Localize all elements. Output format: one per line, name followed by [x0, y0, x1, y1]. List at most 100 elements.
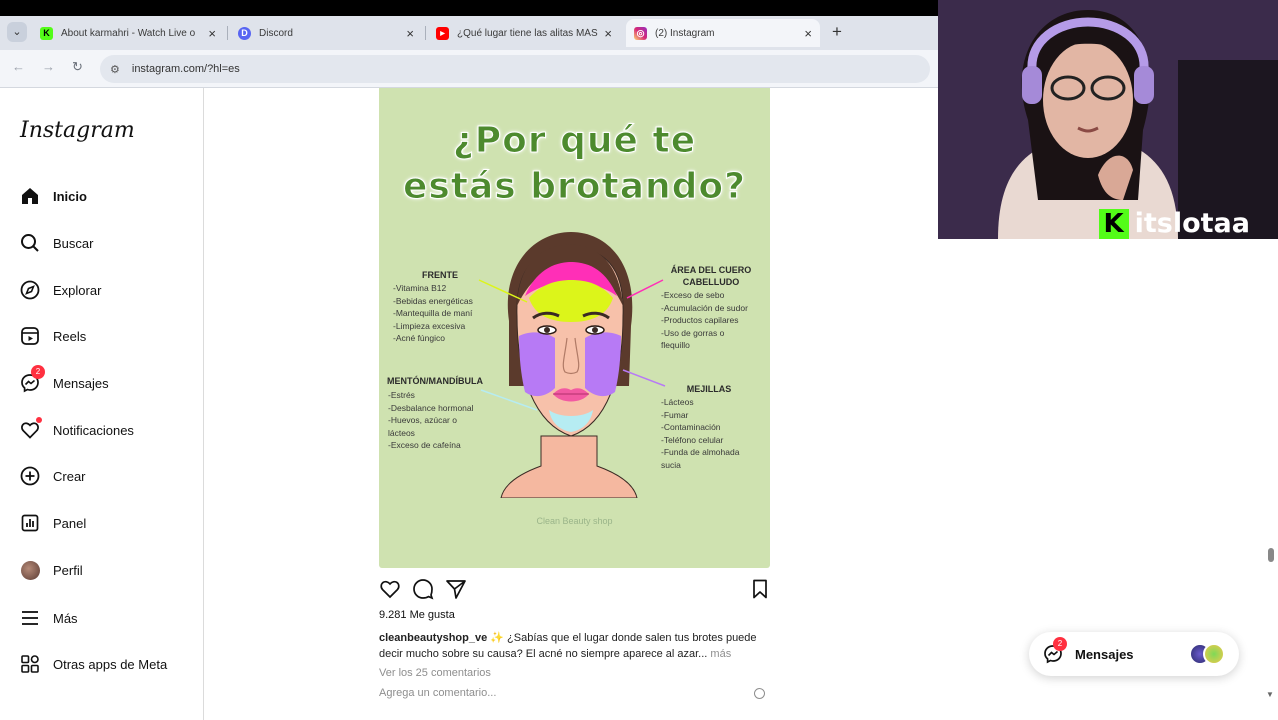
like-count[interactable]: 9.281 Me gusta [379, 609, 455, 621]
instagram-logo[interactable]: Instagram [20, 118, 135, 143]
sidebar-item-panel[interactable]: Panel [20, 511, 86, 535]
zone-item: lácteos [388, 427, 415, 438]
zone-item: -Mantequilla de maní [393, 308, 473, 319]
close-icon[interactable]: × [804, 26, 812, 41]
tab-title: Discord [259, 27, 293, 39]
like-heart-icon[interactable] [379, 578, 401, 600]
zone-item: -Acumulación de sudor [661, 302, 748, 313]
zone-item: -Vitamina B12 [393, 283, 447, 293]
zone-title-cuero-cabelludo: ÁREA DEL CUERO CABELLUDO [663, 264, 759, 288]
search-icon [20, 233, 40, 253]
zone-item: -Funda de almohada [661, 447, 740, 458]
close-icon[interactable]: × [604, 26, 612, 41]
avatar [20, 560, 40, 580]
sidebar-item-buscar[interactable]: Buscar [20, 231, 93, 255]
window-top-strip [0, 0, 938, 16]
sidebar-item-reels[interactable]: Reels [20, 324, 86, 348]
tab-title: (2) Instagram [655, 27, 715, 39]
youtube-favicon-icon: ▶ [436, 26, 449, 40]
add-comment-input[interactable]: Agrega un comentario... [379, 687, 770, 699]
instagram-favicon-icon: ◎ [634, 26, 647, 40]
zone-item: -Lácteos [661, 397, 694, 407]
tab-title: ¿Qué lugar tiene las alitas MÁS [457, 27, 598, 39]
zone-item: sucia [661, 459, 681, 470]
menu-icon [20, 608, 40, 628]
tab-title: About karmahri - Watch Live o [61, 27, 196, 39]
site-settings-icon[interactable]: ⚙ [110, 63, 120, 76]
sidebar-item-otras-apps[interactable]: Otras apps de Meta [20, 652, 167, 676]
share-send-icon[interactable] [445, 578, 467, 600]
zone-item: flequillo [661, 340, 690, 351]
back-arrow-icon[interactable]: ← [12, 59, 25, 74]
scroll-down-arrow-icon[interactable]: ▼ [1266, 690, 1274, 699]
sidebar-item-label: Notificaciones [53, 422, 134, 438]
webcam-person-illustration [938, 0, 1278, 239]
zone-item: -Teléfono celular [661, 434, 724, 445]
zone-title-mejillas: MEJILLAS [686, 384, 732, 394]
view-comments-link[interactable]: Ver los 25 comentarios [379, 667, 491, 679]
messenger-icon: 2 [1043, 637, 1067, 664]
sidebar-item-explorar[interactable]: Explorar [20, 278, 101, 302]
zone-item: -Fumar [661, 409, 689, 420]
sidebar-item-notificaciones[interactable]: Notificaciones [20, 417, 134, 442]
handle-text: itslotaa [1134, 208, 1250, 239]
new-tab-plus-icon[interactable]: + [828, 23, 846, 41]
url-bar[interactable]: ⚙ instagram.com/?hl=es [100, 55, 930, 83]
close-icon[interactable]: × [208, 26, 216, 41]
forward-arrow-icon[interactable]: → [42, 59, 55, 74]
comment-icon[interactable] [412, 578, 434, 600]
zone-item: -Acné fúngico [393, 333, 445, 344]
notification-dot [36, 417, 42, 423]
reload-icon[interactable]: ↻ [72, 59, 83, 75]
post-caption: cleanbeautyshop_ve ✨ ¿Sabías que el luga… [379, 630, 774, 662]
caption-username[interactable]: cleanbeautyshop_ve [379, 632, 487, 644]
notification-badge: 2 [1053, 637, 1067, 651]
tab-instagram[interactable]: ◎ (2) Instagram × [626, 19, 820, 47]
zone-item: -Productos capilares [661, 315, 739, 326]
sidebar-item-label: Buscar [53, 235, 94, 251]
messages-floating-button[interactable]: 2 Mensajes [1029, 632, 1239, 676]
zone-item: -Exceso de sebo [661, 290, 725, 300]
url-text: instagram.com/?hl=es [131, 63, 240, 75]
tab-search-chevron-icon[interactable]: ⌄ [7, 22, 27, 42]
zone-item: -Exceso de cafeína [388, 440, 461, 451]
tab-youtube[interactable]: ▶ ¿Qué lugar tiene las alitas MÁS × [428, 19, 620, 47]
zone-item: -Huevos, azúcar o [388, 415, 457, 426]
sidebar-item-label: Mensajes [53, 375, 109, 391]
screen: ⌄ K About karmahri - Watch Live o × D Di… [0, 0, 1278, 720]
notification-badge: 2 [31, 365, 45, 379]
tab-discord[interactable]: D Discord × [230, 19, 422, 47]
zone-item: -Bebidas energéticas [393, 295, 473, 306]
sidebar-item-inicio[interactable]: Inicio [20, 184, 87, 208]
streamer-webcam: K itslotaa [938, 0, 1278, 239]
emoji-icon[interactable] [754, 688, 765, 699]
sidebar-item-label: Crear [53, 468, 86, 484]
sidebar-item-perfil[interactable]: Perfil [20, 558, 83, 582]
messenger-icon: 2 [20, 365, 45, 393]
zone-item: -Desbalance hormonal [388, 402, 474, 413]
zone-list-cuero-cabelludo: -Exceso de sebo -Acumulación de sudor -P… [661, 289, 769, 352]
caption-more-link[interactable]: más [707, 648, 731, 660]
sidebar-item-mensajes[interactable]: 2 Mensajes [20, 365, 109, 395]
home-icon [20, 186, 40, 206]
sidebar-item-crear[interactable]: Crear [20, 464, 86, 488]
post-actions [379, 578, 770, 600]
sidebar-item-label: Más [53, 610, 78, 626]
apps-icon [20, 654, 40, 674]
dashboard-icon [20, 513, 40, 533]
post-image[interactable]: ¿Por qué te estás brotando? FRENTE -Vita… [379, 88, 770, 568]
sidebar-item-label: Reels [53, 328, 87, 344]
scrollbar-thumb[interactable] [1268, 548, 1274, 562]
tab-kick[interactable]: K About karmahri - Watch Live o × [32, 19, 224, 47]
sidebar-item-mas[interactable]: Más [20, 606, 78, 630]
streamer-handle: K itslotaa [1098, 208, 1250, 239]
avatar [1203, 643, 1225, 665]
kick-favicon-icon: K [40, 26, 53, 40]
zone-title-line: CABELLUDO [682, 277, 740, 287]
zone-item: -Estrés [388, 390, 415, 400]
bookmark-icon[interactable] [749, 578, 771, 600]
sidebar-item-label: Perfil [53, 562, 83, 578]
sidebar-item-label: Inicio [53, 188, 87, 204]
zone-item: -Contaminación [661, 422, 721, 433]
close-icon[interactable]: × [406, 26, 414, 41]
